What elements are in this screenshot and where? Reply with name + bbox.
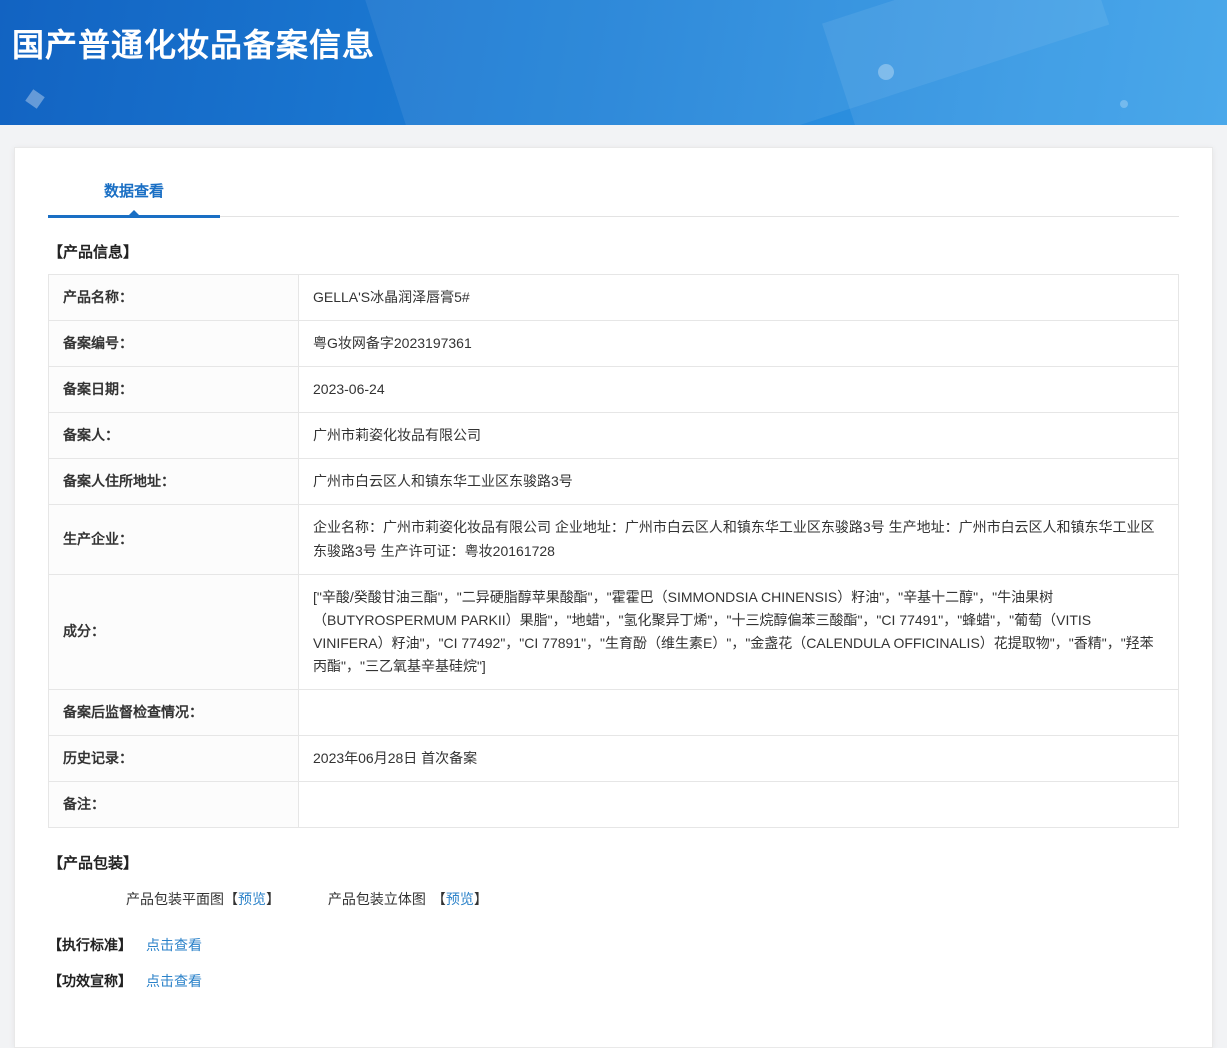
row-label-filing-number: 备案编号：: [48, 320, 299, 368]
standards-view-link[interactable]: 点击查看: [146, 935, 202, 955]
bracket-close: 】: [266, 891, 280, 908]
row-value-supervision: [298, 689, 1179, 737]
row-label-remarks: 备注：: [48, 781, 299, 829]
row-label-ingredients: 成分：: [48, 573, 299, 691]
tab-data-view-label: 数据查看: [103, 183, 164, 200]
product-info-table: 产品名称： GELLA'S冰晶润泽唇膏5# 备案编号： 粤G妆网备字202319…: [48, 273, 1179, 829]
table-row: 备案后监督检查情况：: [48, 689, 1179, 737]
row-label-filer: 备案人：: [48, 412, 299, 460]
table-row: 备案日期： 2023-06-24: [48, 366, 1179, 414]
banner-decoration-square: [25, 89, 45, 109]
table-row: 历史记录： 2023年06月28日 首次备案: [48, 735, 1179, 783]
packaging-3d-preview-link[interactable]: 预览: [446, 891, 474, 907]
bracket-open: 【: [431, 891, 446, 908]
packaging-3d-label: 产品包装立体图: [327, 891, 426, 908]
packaging-flat-preview-link[interactable]: 预览: [238, 891, 266, 907]
row-label-filer-address: 备案人住所地址：: [48, 458, 299, 506]
packaging-3d-item: 产品包装立体图 【预览】: [328, 891, 488, 907]
row-label-filing-date: 备案日期：: [48, 366, 299, 414]
content-card: 数据查看 【产品信息】 产品名称： GELLA'S冰晶润泽唇膏5# 备案编号： …: [14, 147, 1213, 1048]
table-row: 备案人住所地址： 广州市白云区人和镇东华工业区东骏路3号: [48, 458, 1179, 506]
row-value-product-name: GELLA'S冰晶润泽唇膏5#: [298, 273, 1179, 322]
row-value-manufacturer: 企业名称：广州市莉姿化妆品有限公司 企业地址：广州市白云区人和镇东华工业区东骏路…: [298, 504, 1179, 575]
row-value-filer: 广州市莉姿化妆品有限公司: [298, 412, 1179, 460]
standards-label: 【执行标准】: [48, 937, 132, 954]
row-value-ingredients: ["辛酸/癸酸甘油三酯"，"二异硬脂醇苹果酸酯"，"霍霍巴（SIMMONDSIA…: [298, 573, 1179, 691]
row-value-filer-address: 广州市白云区人和镇东华工业区东骏路3号: [298, 458, 1179, 506]
bracket-close: 】: [473, 891, 488, 908]
page-title: 国产普通化妆品备案信息: [12, 27, 376, 63]
row-label-history: 历史记录：: [48, 735, 299, 783]
table-row: 产品名称： GELLA'S冰晶润泽唇膏5#: [48, 273, 1179, 322]
banner-decoration-dot: [1120, 100, 1128, 108]
tab-data-view[interactable]: 数据查看: [48, 180, 220, 218]
product-info-section-title: 【产品信息】: [48, 244, 139, 261]
row-label-product-name: 产品名称：: [48, 273, 299, 322]
tab-active-underline: [48, 215, 220, 218]
standards-row: 【执行标准】 点击查看: [48, 935, 1179, 955]
banner-decoration-dot: [878, 64, 894, 80]
table-row: 生产企业： 企业名称：广州市莉姿化妆品有限公司 企业地址：广州市白云区人和镇东华…: [48, 504, 1179, 575]
tab-bar: 数据查看: [48, 180, 1179, 218]
packaging-flat-label: 产品包装平面图: [126, 891, 224, 908]
efficacy-label: 【功效宣称】: [48, 973, 132, 990]
efficacy-row: 【功效宣称】 点击查看: [48, 971, 1179, 991]
row-value-history: 2023年06月28日 首次备案: [298, 735, 1179, 783]
row-value-filing-number: 粤G妆网备字2023197361: [298, 320, 1179, 368]
table-row: 备案人： 广州市莉姿化妆品有限公司: [48, 412, 1179, 460]
bracket-open: 【: [224, 891, 238, 908]
row-label-manufacturer: 生产企业：: [48, 504, 299, 575]
page-header: 国产普通化妆品备案信息: [0, 0, 1227, 125]
packaging-section-title: 【产品包装】: [48, 855, 139, 873]
row-value-filing-date: 2023-06-24: [298, 366, 1179, 414]
table-row: 成分： ["辛酸/癸酸甘油三酯"，"二异硬脂醇苹果酸酯"，"霍霍巴（SIMMON…: [48, 573, 1179, 691]
packaging-links-row: 产品包装平面图【预览】 产品包装立体图 【预览】: [126, 889, 1179, 909]
table-row: 备案编号： 粤G妆网备字2023197361: [48, 320, 1179, 368]
row-value-remarks: [298, 781, 1179, 829]
packaging-flat-item: 产品包装平面图【预览】: [126, 891, 284, 907]
table-row: 备注：: [48, 781, 1179, 829]
page-body: 数据查看 【产品信息】 产品名称： GELLA'S冰晶润泽唇膏5# 备案编号： …: [0, 125, 1227, 1048]
efficacy-view-link[interactable]: 点击查看: [146, 971, 202, 991]
row-label-supervision: 备案后监督检查情况：: [48, 689, 299, 737]
